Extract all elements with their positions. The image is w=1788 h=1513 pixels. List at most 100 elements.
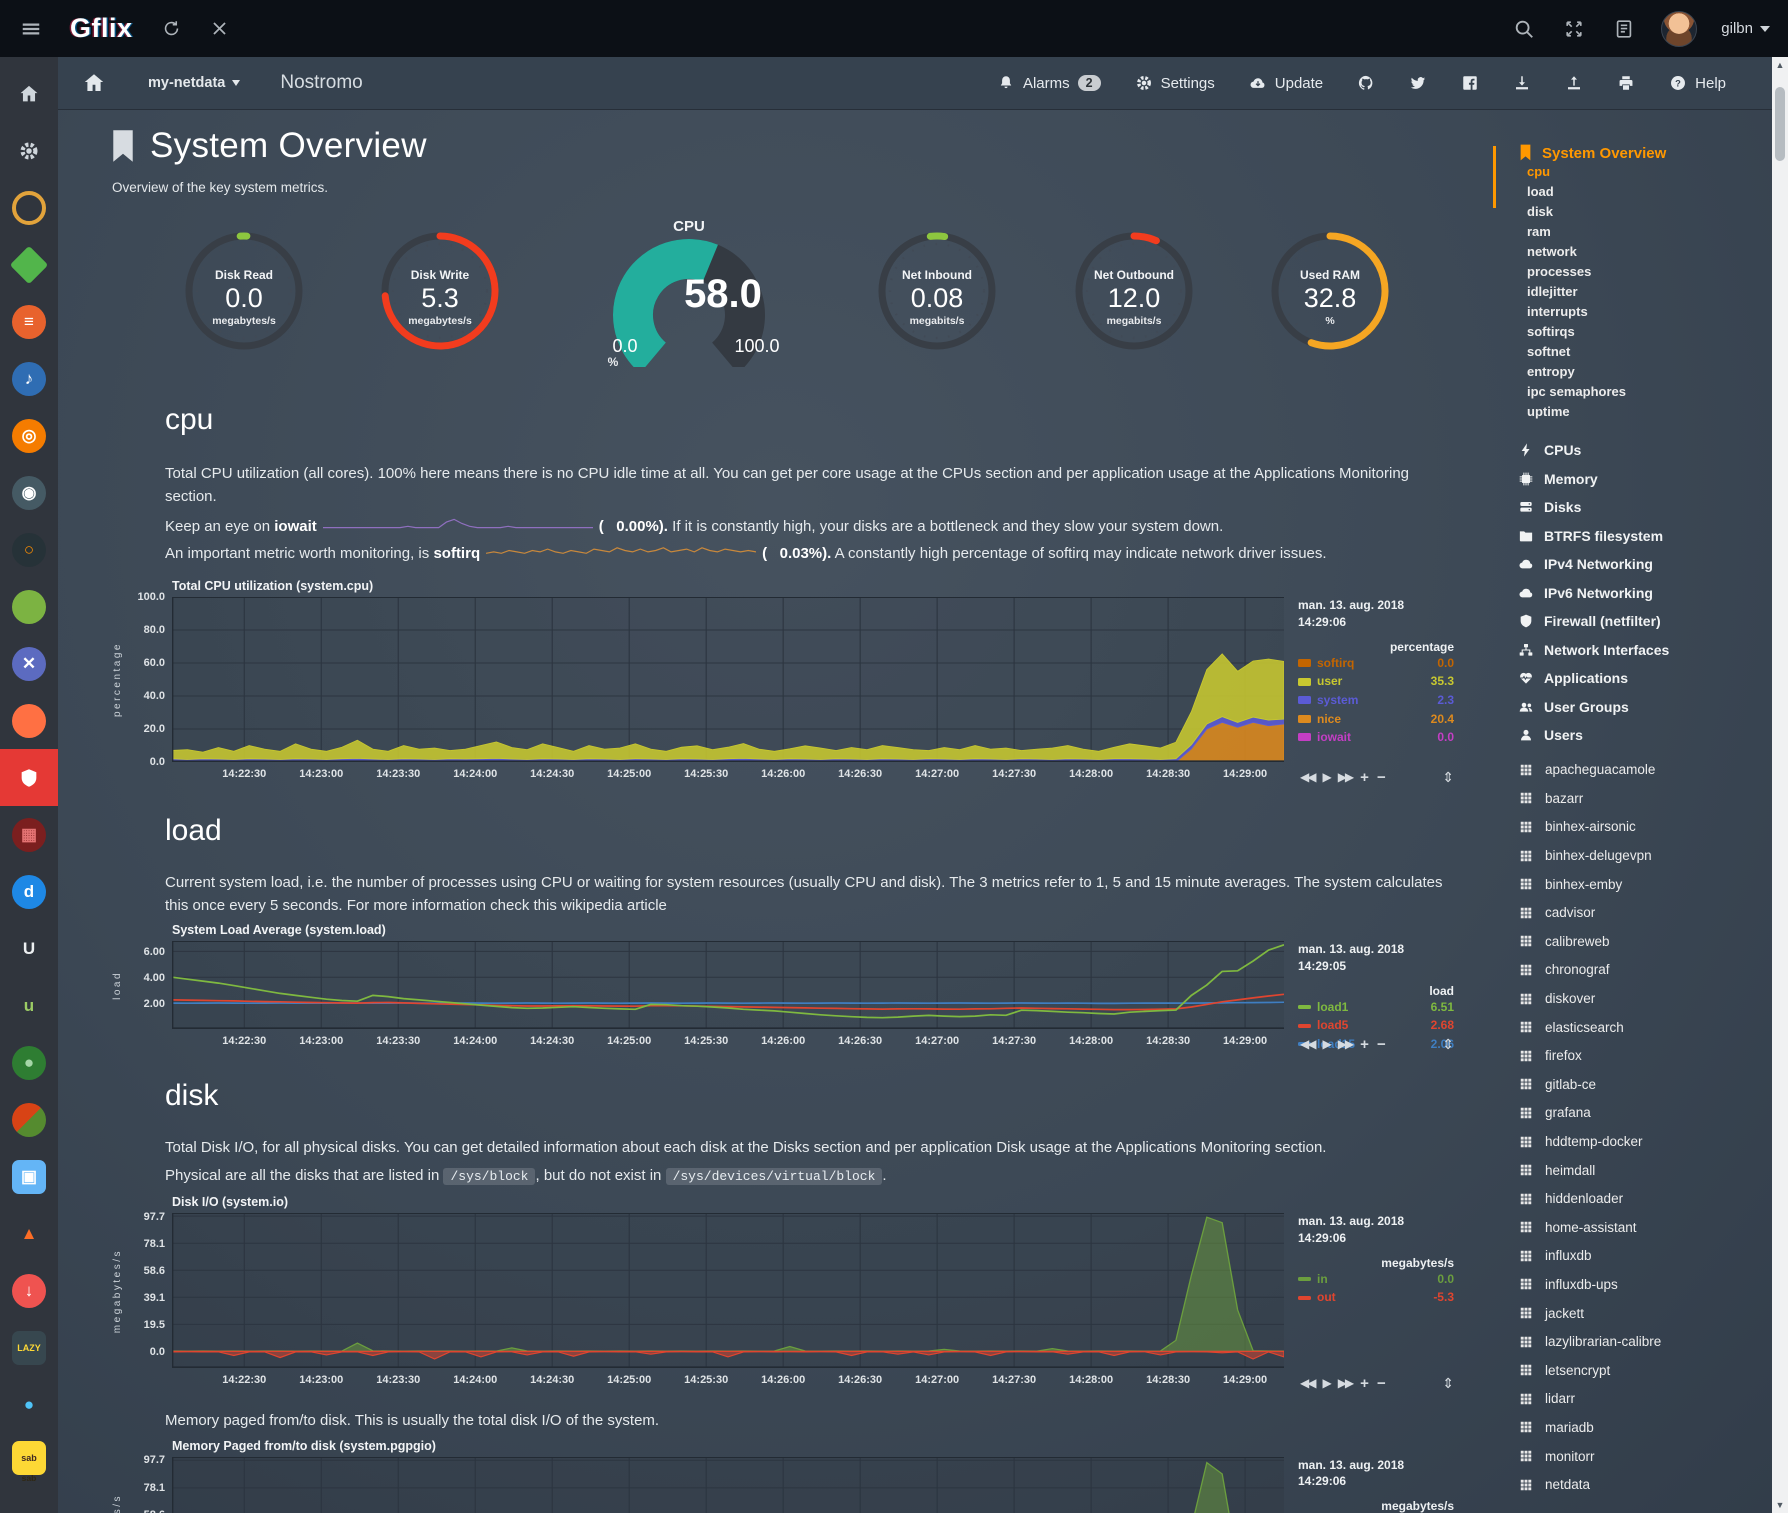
nav-app-grafana[interactable]: grafana bbox=[1490, 1099, 1772, 1128]
facebook-icon[interactable] bbox=[1461, 74, 1479, 92]
menu-icon[interactable] bbox=[18, 16, 44, 42]
pan-right-button[interactable]: ▶▶ bbox=[1338, 770, 1352, 784]
nav-app-diskover[interactable]: diskover bbox=[1490, 984, 1772, 1013]
avatar[interactable] bbox=[1661, 11, 1697, 47]
app-elastic[interactable]: ● bbox=[0, 1034, 58, 1091]
pan-left-button[interactable]: ◀◀ bbox=[1300, 770, 1314, 784]
nav-subitem-interrupts[interactable]: interrupts bbox=[1490, 302, 1772, 322]
settings-button[interactable]: Settings bbox=[1135, 74, 1215, 92]
chart-system-io[interactable]: Disk I/O (system.io)megabytes/s97.778.15… bbox=[108, 1195, 1460, 1394]
pan-left-button[interactable]: ◀◀ bbox=[1300, 1376, 1314, 1390]
home-icon[interactable] bbox=[82, 71, 106, 95]
resize-handle[interactable]: ⇕ bbox=[1442, 1375, 1454, 1392]
import-icon[interactable] bbox=[1513, 74, 1531, 92]
nav-section-memory[interactable]: Memory bbox=[1490, 465, 1772, 494]
nav-app-bazarr[interactable]: bazarr bbox=[1490, 784, 1772, 813]
app-ubooquity[interactable] bbox=[0, 692, 58, 749]
nav-subitem-load[interactable]: load bbox=[1490, 182, 1772, 202]
twitter-icon[interactable] bbox=[1409, 74, 1427, 92]
app-docker[interactable]: ≡ bbox=[0, 293, 58, 350]
nav-section-applications[interactable]: Applications bbox=[1490, 664, 1772, 693]
nav-app-firefox[interactable]: firefox bbox=[1490, 1041, 1772, 1070]
pan-left-button[interactable]: ◀◀ bbox=[1300, 1037, 1314, 1051]
nav-app-mariadb[interactable]: mariadb bbox=[1490, 1413, 1772, 1442]
nav-section-system-overview[interactable]: System Overview bbox=[1490, 144, 1772, 162]
nav-section-btrfs-filesystem[interactable]: BTRFS filesystem bbox=[1490, 522, 1772, 551]
changelog-icon[interactable] bbox=[1611, 16, 1637, 42]
gauge-disk-write[interactable]: Disk Write5.3megabytes/s bbox=[376, 227, 504, 360]
nav-subitem-softnet[interactable]: softnet bbox=[1490, 342, 1772, 362]
refresh-icon[interactable] bbox=[159, 16, 185, 42]
nav-subitem-ipc-semaphores[interactable]: ipc semaphores bbox=[1490, 382, 1772, 402]
chart-system-cpu[interactable]: Total CPU utilization (system.cpu)percen… bbox=[108, 579, 1460, 788]
scroll-down-arrow[interactable]: ▼ bbox=[1776, 1497, 1785, 1513]
resize-handle[interactable]: ⇕ bbox=[1442, 1036, 1454, 1053]
scroll-thumb[interactable] bbox=[1775, 87, 1785, 161]
app-unmanic[interactable]: u bbox=[0, 977, 58, 1034]
gauge-cpu[interactable]: CPU58.00.0100.0% bbox=[573, 215, 805, 372]
chart-system-load[interactable]: System Load Average (system.load)load6.0… bbox=[108, 923, 1460, 1055]
chart-plot-area[interactable] bbox=[172, 597, 1284, 762]
app-logo[interactable]: Gflix bbox=[70, 13, 133, 44]
nav-app-apacheguacamole[interactable]: apacheguacamole bbox=[1490, 756, 1772, 785]
app-grafana[interactable] bbox=[0, 578, 58, 635]
fullscreen-icon[interactable] bbox=[1561, 16, 1587, 42]
nav-section-users[interactable]: Users bbox=[1490, 721, 1772, 750]
nav-app-calibreweb[interactable]: calibreweb bbox=[1490, 927, 1772, 956]
pan-right-button[interactable]: ▶▶ bbox=[1338, 1037, 1352, 1051]
export-icon[interactable] bbox=[1565, 74, 1583, 92]
nav-subitem-ram[interactable]: ram bbox=[1490, 222, 1772, 242]
nav-subitem-network[interactable]: network bbox=[1490, 242, 1772, 262]
gauge-used-ram[interactable]: Used RAM32.8% bbox=[1266, 227, 1394, 360]
gauge-net-inbound[interactable]: Net Inbound0.08megabits/s bbox=[873, 227, 1001, 360]
nav-subitem-disk[interactable]: disk bbox=[1490, 202, 1772, 222]
nav-app-influxdb-ups[interactable]: influxdb-ups bbox=[1490, 1270, 1772, 1299]
legend-system[interactable]: system2.3 bbox=[1298, 691, 1454, 710]
chart-plot-area[interactable] bbox=[172, 1213, 1284, 1368]
app-sabnzbd[interactable]: sabsab bbox=[0, 1433, 58, 1490]
play-button[interactable]: ▶ bbox=[1322, 1037, 1329, 1051]
app-pills[interactable] bbox=[0, 1091, 58, 1148]
zoom-in-button[interactable]: + bbox=[1360, 1375, 1369, 1392]
app-filebrowser[interactable]: ▣ bbox=[0, 1148, 58, 1205]
app-gitlab[interactable]: ▲ bbox=[0, 1205, 58, 1262]
nav-section-network-interfaces[interactable]: Network Interfaces bbox=[1490, 636, 1772, 665]
app-radarr[interactable]: ◉ bbox=[0, 464, 58, 521]
zoom-out-button[interactable]: − bbox=[1377, 1375, 1386, 1392]
nav-subitem-idlejitter[interactable]: idlejitter bbox=[1490, 282, 1772, 302]
chart-plot-area[interactable] bbox=[172, 941, 1284, 1029]
server-dropdown[interactable]: my-netdata bbox=[148, 75, 240, 91]
nav-app-hiddenloader[interactable]: hiddenloader bbox=[1490, 1184, 1772, 1213]
nav-app-home-assistant[interactable]: home-assistant bbox=[1490, 1213, 1772, 1242]
legend-nice[interactable]: nice20.4 bbox=[1298, 710, 1454, 729]
nav-section-user-groups[interactable]: User Groups bbox=[1490, 693, 1772, 722]
close-tab-icon[interactable] bbox=[207, 16, 233, 42]
app-heimdall-active[interactable] bbox=[0, 749, 58, 806]
app-airsonic[interactable]: ♪ bbox=[0, 350, 58, 407]
chart-plot-area[interactable] bbox=[172, 1457, 1284, 1513]
legend-user[interactable]: user35.3 bbox=[1298, 672, 1454, 691]
app-chronograf[interactable]: ✕ bbox=[0, 635, 58, 692]
app-lazylibrarian[interactable]: LAZY bbox=[0, 1319, 58, 1376]
scroll-up-arrow[interactable]: ▲ bbox=[1776, 57, 1785, 73]
legend-out[interactable]: out-5.3 bbox=[1298, 1288, 1454, 1307]
nav-app-heimdall[interactable]: heimdall bbox=[1490, 1156, 1772, 1185]
nav-app-binhex-emby[interactable]: binhex-emby bbox=[1490, 870, 1772, 899]
legend-iowait[interactable]: iowait0.0 bbox=[1298, 728, 1454, 747]
search-icon[interactable] bbox=[1511, 16, 1537, 42]
home-shortcut[interactable] bbox=[0, 65, 58, 122]
update-button[interactable]: Update bbox=[1249, 74, 1323, 92]
nav-subitem-entropy[interactable]: entropy bbox=[1490, 362, 1772, 382]
play-button[interactable]: ▶ bbox=[1322, 1376, 1329, 1390]
nav-app-lazylibrarian-calibre[interactable]: lazylibrarian-calibre bbox=[1490, 1327, 1772, 1356]
print-icon[interactable] bbox=[1617, 74, 1635, 92]
github-icon[interactable] bbox=[1357, 74, 1375, 92]
play-button[interactable]: ▶ bbox=[1322, 770, 1329, 784]
nav-subitem-uptime[interactable]: uptime bbox=[1490, 402, 1772, 422]
alarms-button[interactable]: Alarms2 bbox=[997, 74, 1101, 92]
nav-section-ipv6-networking[interactable]: IPv6 Networking bbox=[1490, 579, 1772, 608]
help-button[interactable]: ?Help bbox=[1669, 74, 1726, 92]
app-monitorr[interactable]: ○ bbox=[0, 521, 58, 578]
app-diskover[interactable]: d bbox=[0, 863, 58, 920]
page-scrollbar[interactable]: ▲ ▼ bbox=[1772, 57, 1788, 1513]
